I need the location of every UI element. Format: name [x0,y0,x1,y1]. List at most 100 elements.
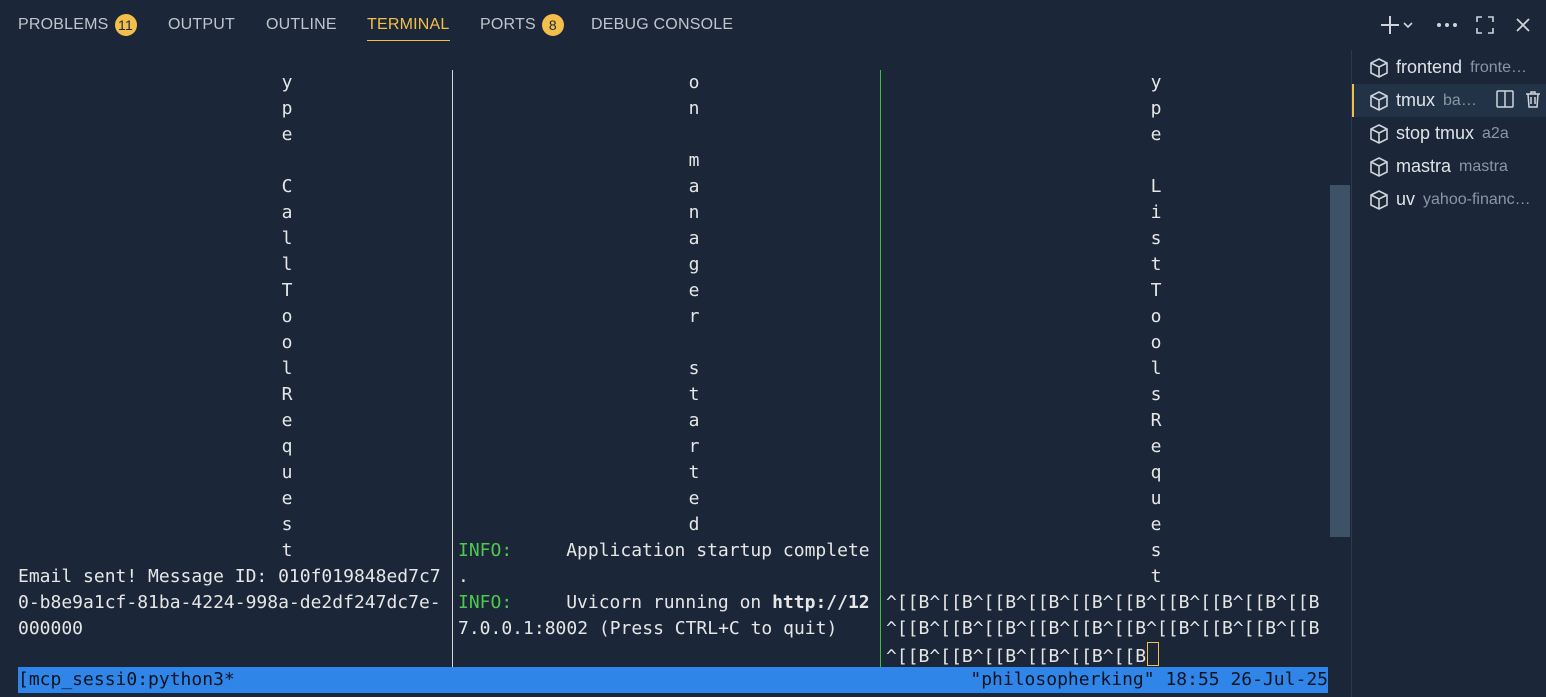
wrapped-char [687,330,701,356]
wrapped-char: C [281,176,293,197]
terminal-name: stop tmux [1396,123,1475,143]
log-message: Application startup complete [566,540,870,561]
terminal-desc: yahoo-financ… [1423,190,1531,208]
terminal-desc: fronte… [1470,58,1527,76]
wrapped-char: t [1150,254,1162,275]
tmux-status-bar: [mcp_sessi0:python3* "philosopherking" 1… [18,667,1328,693]
terminal-cursor [1147,642,1160,666]
wrapped-char: l [1150,358,1162,379]
terminal-text: ^[[B^[[B^[[B^[[B^[[B^[[B [886,646,1147,667]
terminal-name: frontend [1396,57,1463,77]
tab-output[interactable]: OUTPUT [168,0,235,50]
chevron-down-icon[interactable] [1400,11,1416,39]
wrapped-char: r [688,306,700,327]
tab-label: DEBUG CONSOLE [591,16,734,33]
close-icon[interactable] [1509,11,1537,39]
wrapped-char: o [688,72,700,93]
wrapped-char: t [281,540,293,561]
wrapped-vertical-text: ype ListToolsRequest [1149,70,1163,590]
wrapped-char: t [688,462,700,483]
wrapped-char: p [281,98,293,119]
terminal-desc: a2a [1482,124,1509,142]
tmux-status-right: "philosopherking" 18:55 26-Jul-25 [970,669,1328,690]
tab-ports[interactable]: PORTS 8 [480,0,564,50]
terminal-item-uv[interactable]: uv yahoo-financ… [1352,183,1546,216]
tab-label: TERMINAL [367,16,450,33]
server-url[interactable]: http://12 [772,592,870,613]
terminal-desc: mastra [1459,157,1508,175]
wrapped-char: L [1150,176,1162,197]
maximize-icon[interactable] [1471,11,1499,39]
terminal-line: ^[[B^[[B^[[B^[[B^[[B^[[B^[[B^[[B^[[B^[[B [886,618,1320,639]
terminal-item-frontend[interactable]: frontend fronte… [1352,51,1546,84]
tab-label: OUTPUT [168,16,235,33]
wrapped-char: o [1150,332,1162,353]
wrapped-char: l [281,358,293,379]
info-label: INFO: [458,592,513,613]
terminal-item-mastra[interactable]: mastra mastra [1352,150,1546,183]
terminal-box-icon [1370,123,1388,144]
wrapped-char: a [688,176,700,197]
wrapped-char: e [1150,436,1162,457]
wrapped-char: s [1150,384,1162,405]
wrapped-char: l [281,228,293,249]
wrapped-char: p [1150,98,1162,119]
wrapped-char: q [281,436,293,457]
wrapped-char: n [688,202,700,223]
wrapped-char: u [1150,488,1162,509]
wrapped-vertical-text: ype CallToolRequest [280,70,294,564]
wrapped-char: q [1150,462,1162,483]
terminal-desc: ba… [1443,91,1477,109]
pane-divider [452,70,453,667]
wrapped-char: T [1150,280,1162,301]
wrapped-char: s [281,514,293,535]
wrapped-char: d [688,514,700,535]
wrapped-char: e [281,410,293,431]
wrapped-char [280,148,294,174]
info-label: INFO: [458,540,513,561]
wrapped-char: r [688,436,700,457]
tab-debug-console[interactable]: DEBUG CONSOLE [591,0,733,50]
more-actions-icon[interactable] [1433,11,1461,39]
terminal-list: frontend fronte… tmux ba… stop tmux a2a … [1351,50,1546,697]
trash-icon[interactable] [1523,89,1543,109]
problems-count-badge: 11 [114,14,137,36]
wrapped-vertical-text: on manager started [687,70,701,538]
wrapped-char [687,122,701,148]
log-message: Uvicorn running on [566,592,773,613]
wrapped-char: R [281,384,293,405]
wrapped-char: e [1150,514,1162,535]
tab-problems[interactable]: PROBLEMS 11 [18,0,137,50]
terminal-item-stop-tmux[interactable]: stop tmux a2a [1352,117,1546,150]
wrapped-char: y [281,72,293,93]
terminal-line: 7.0.0.1:8002 (Press CTRL+C to quit) [458,618,838,639]
terminal-line: ^[[B^[[B^[[B^[[B^[[B^[[B^[[B^[[B^[[B^[[B [886,592,1320,613]
terminal-line: 000000 [18,618,84,639]
terminal-item-tmux[interactable]: tmux ba… [1352,84,1546,117]
terminal-box-icon [1370,189,1388,210]
terminal-view[interactable]: ype CallToolRequest Email sent! Message … [18,70,1328,667]
wrapped-char: e [688,488,700,509]
scrollbar-thumb[interactable] [1330,185,1350,537]
split-terminal-icon[interactable] [1495,89,1515,109]
wrapped-char: i [1150,202,1162,223]
wrapped-char: e [1150,124,1162,145]
tab-terminal[interactable]: TERMINAL [367,0,450,50]
terminal-name: uv [1396,189,1416,209]
tab-label: PORTS [480,16,536,33]
tab-outline[interactable]: OUTLINE [266,0,337,50]
panel-tabbar: PROBLEMS 11 OUTPUT OUTLINE TERMINAL PORT… [0,0,1546,50]
terminal-line: ^[[B^[[B^[[B^[[B^[[B^[[B [886,642,1160,668]
terminal-line: . [458,566,469,587]
wrapped-char: a [688,410,700,431]
wrapped-char: e [281,124,293,145]
wrapped-char: s [1150,540,1162,561]
tmux-session-window: [mcp_sessi0:python3* [18,669,235,690]
wrapped-char: T [281,280,293,301]
wrapped-char: l [281,254,293,275]
wrapped-char: t [1150,566,1162,587]
wrapped-char: s [688,358,700,379]
wrapped-char: R [1150,410,1162,431]
wrapped-char: t [688,384,700,405]
wrapped-char: o [281,306,293,327]
